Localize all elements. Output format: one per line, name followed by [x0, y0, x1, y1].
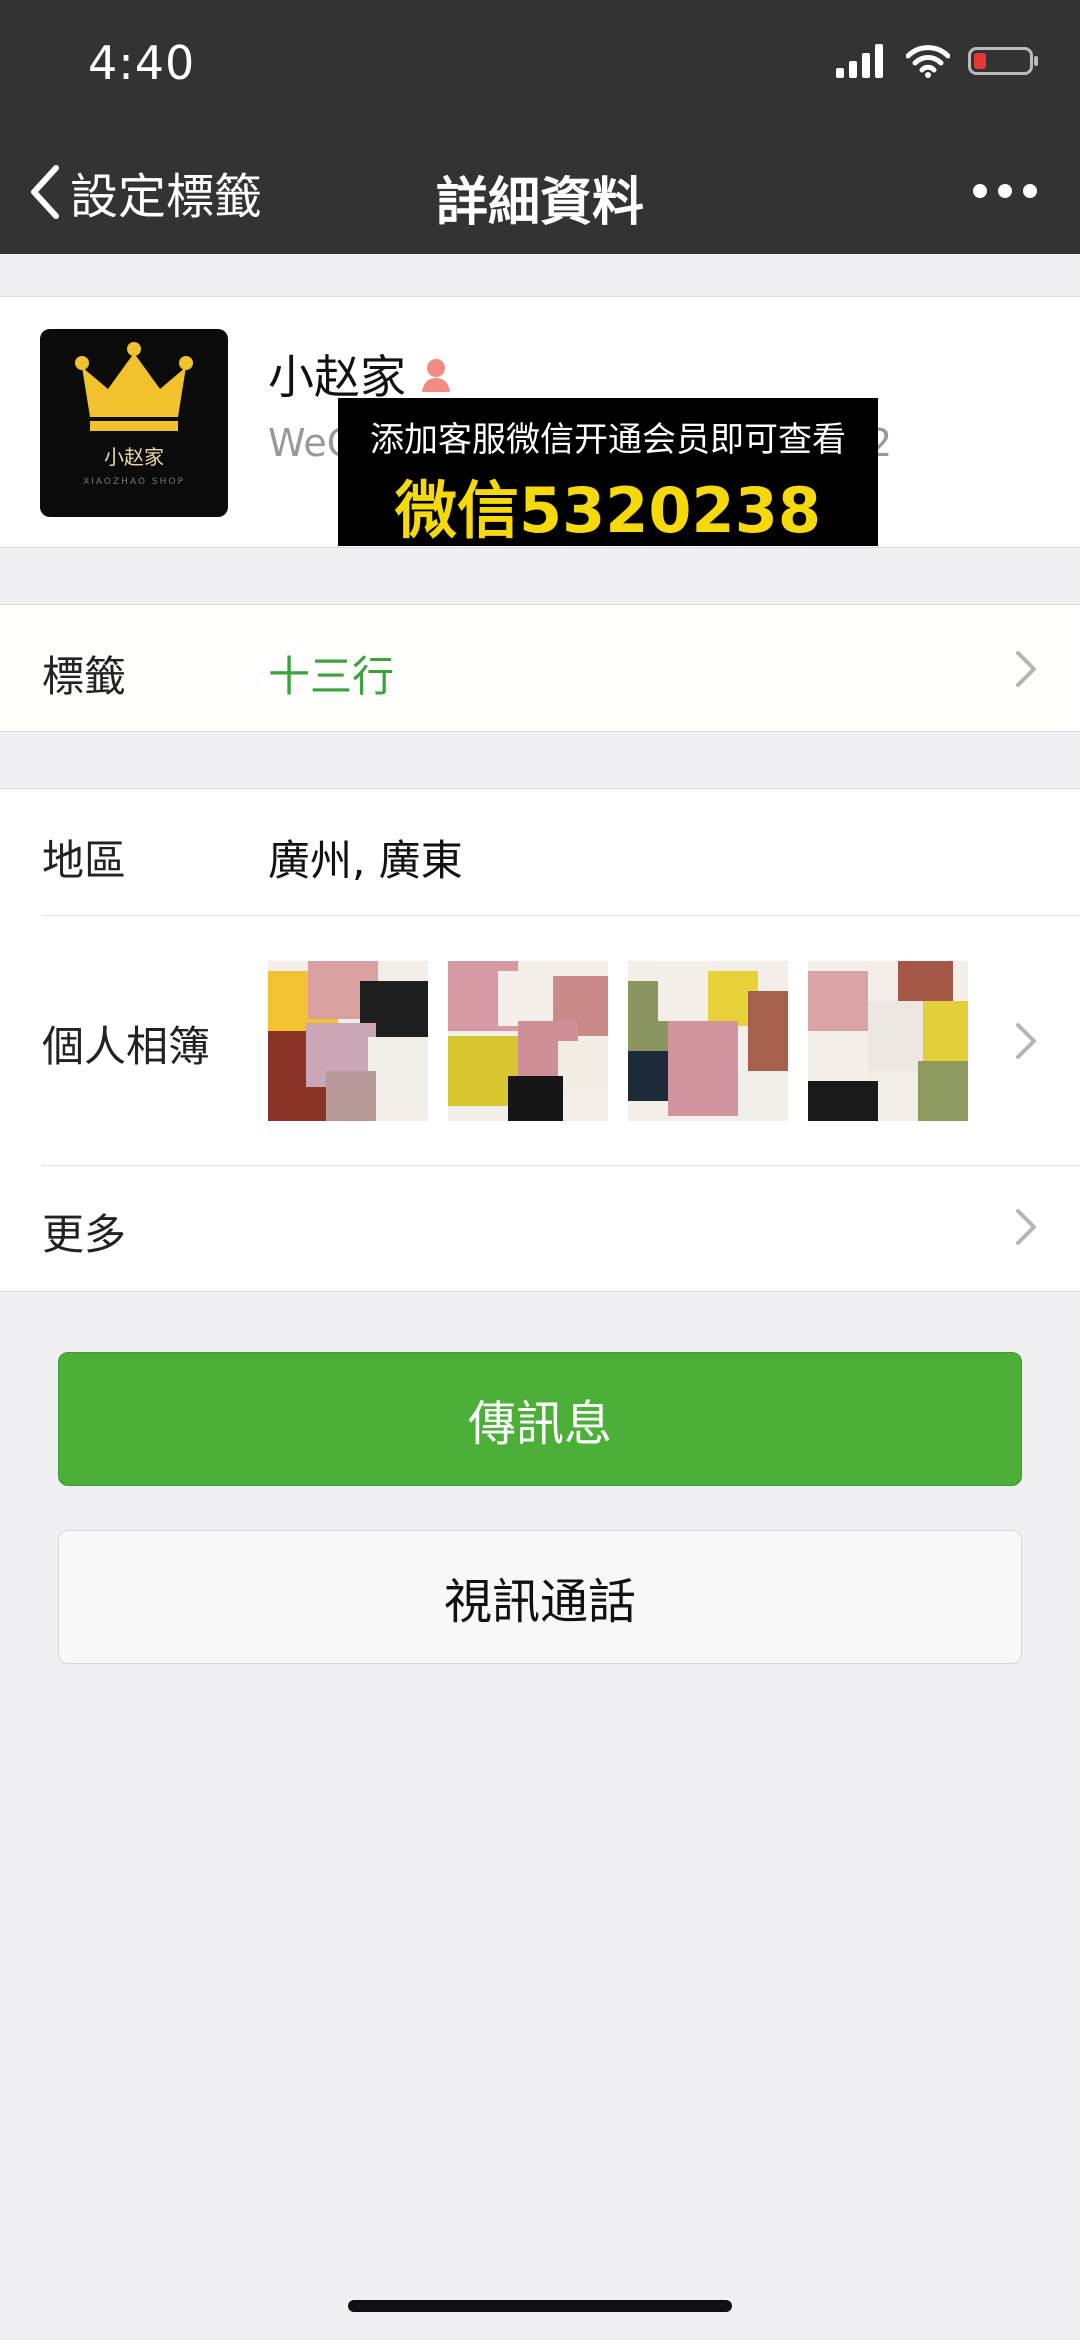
avatar-logo-subtext: XIAOZHAO SHOP: [83, 477, 185, 487]
navigation-bar: 設定標籤 詳細資料: [0, 130, 1080, 254]
region-value: 廣州, 廣東: [268, 836, 463, 885]
promo-overlay-banner: 添加客服微信开通会员即可查看 微信5320238: [338, 398, 878, 547]
avatar[interactable]: 小赵家 XIAOZHAO SHOP: [40, 329, 228, 517]
status-bar: 4:40: [0, 0, 1080, 130]
tag-value: 十三行: [268, 652, 395, 701]
album-thumbnail[interactable]: [268, 961, 428, 1121]
chevron-right-icon: [1016, 651, 1036, 687]
more-options-icon[interactable]: [970, 176, 1040, 206]
tag-row[interactable]: 標籤 十三行: [0, 604, 1080, 732]
avatar-logo-text: 小赵家: [104, 445, 164, 469]
promo-text: 添加客服微信开通会员即可查看: [370, 420, 846, 460]
album-thumbnails: [268, 961, 968, 1121]
cellular-signal-icon: [836, 44, 883, 78]
page-title: 詳細資料: [435, 173, 644, 233]
promo-contact: 微信5320238: [395, 474, 821, 547]
more-label: 更多: [42, 1210, 127, 1259]
divider: [42, 915, 1080, 916]
battery-icon: [968, 47, 1038, 75]
divider: [42, 1165, 1080, 1166]
crown-icon: [75, 342, 193, 431]
chevron-right-icon: [1016, 1023, 1036, 1059]
album-thumbnail[interactable]: [808, 961, 968, 1121]
send-message-button[interactable]: 傳訊息: [58, 1352, 1022, 1486]
info-card: 地區 廣州, 廣東 個人相簿 更多: [0, 788, 1080, 1292]
album-label: 個人相簿: [42, 1022, 211, 1071]
status-time: 4:40: [88, 36, 196, 90]
region-label: 地區: [42, 836, 127, 885]
wifi-icon: [906, 45, 950, 78]
album-thumbnail[interactable]: [448, 961, 608, 1121]
chevron-right-icon: [1016, 1209, 1036, 1245]
female-gender-icon: [422, 359, 450, 392]
home-indicator[interactable]: [348, 2300, 732, 2312]
video-call-button[interactable]: 視訊通話: [58, 1530, 1022, 1664]
status-icons: [836, 44, 1040, 78]
album-thumbnail[interactable]: [628, 961, 788, 1121]
tag-label: 標籤: [42, 652, 127, 701]
